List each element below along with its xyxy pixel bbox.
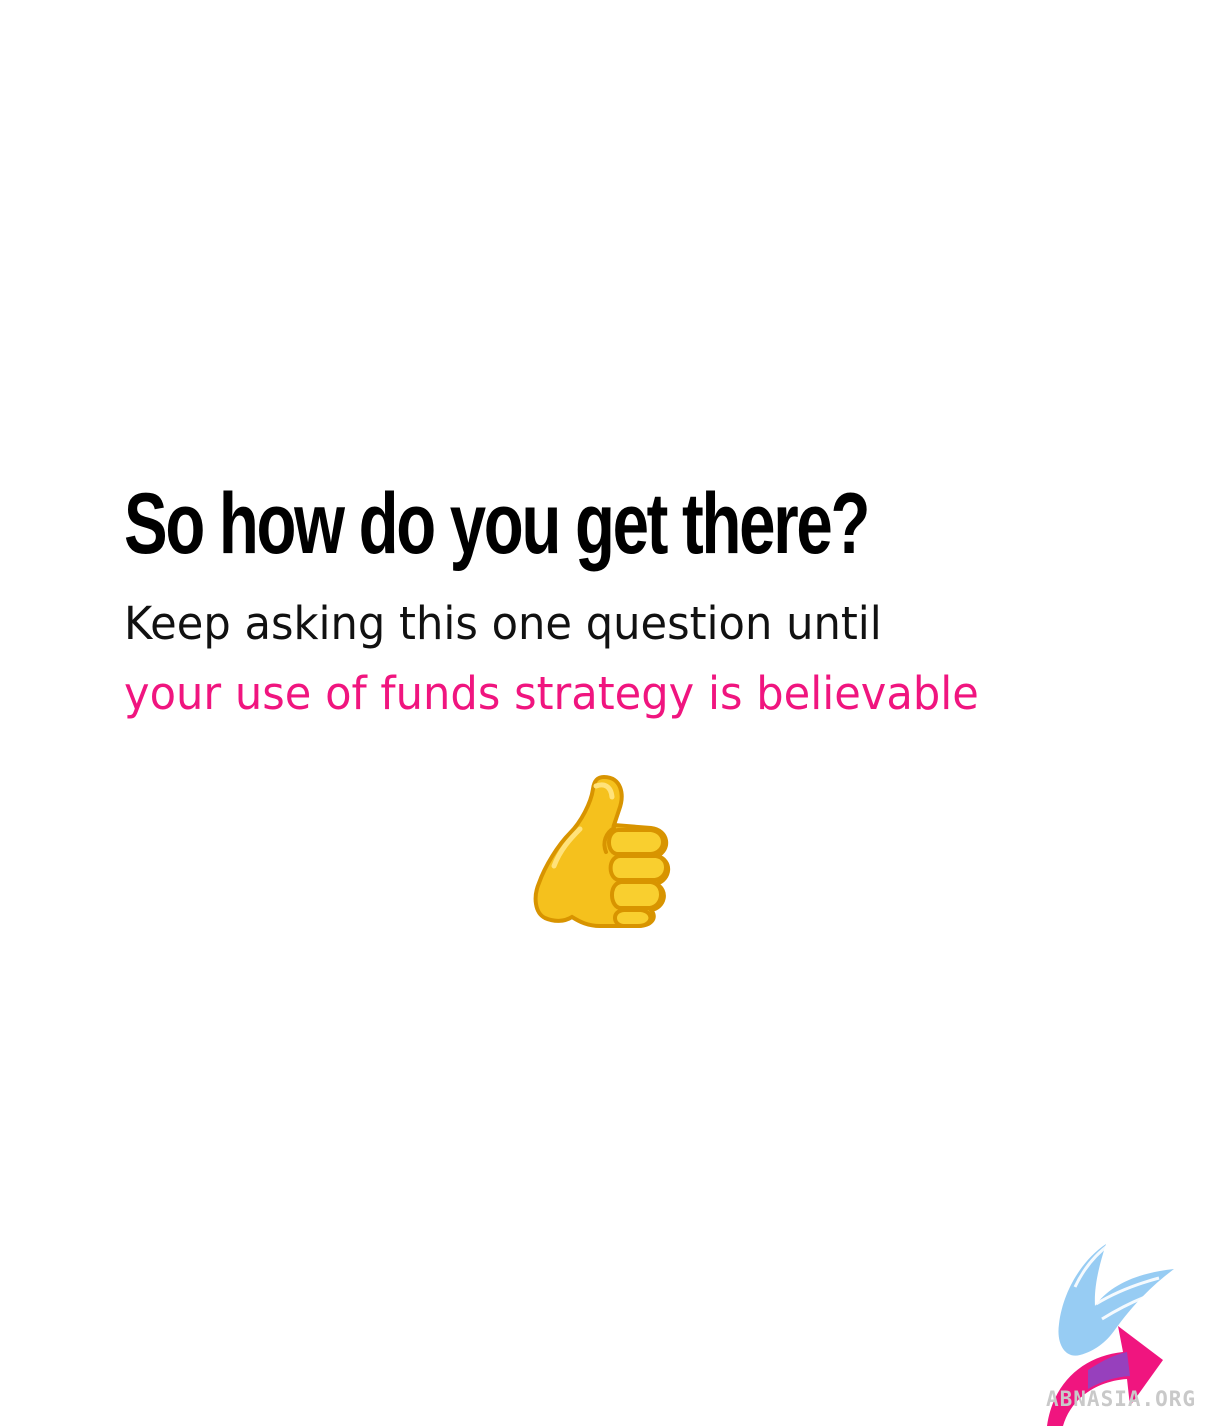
slide: So how do you get there? Keep asking thi… xyxy=(0,0,1224,1426)
highlight-line: your use of funds strategy is believable xyxy=(124,667,979,720)
headline: So how do you get there? xyxy=(124,476,870,572)
question-line: Keep asking this one question until xyxy=(124,597,882,650)
logo-text: ABNASIA.ORG xyxy=(1046,1387,1197,1411)
thumbs-up-icon xyxy=(533,774,671,928)
